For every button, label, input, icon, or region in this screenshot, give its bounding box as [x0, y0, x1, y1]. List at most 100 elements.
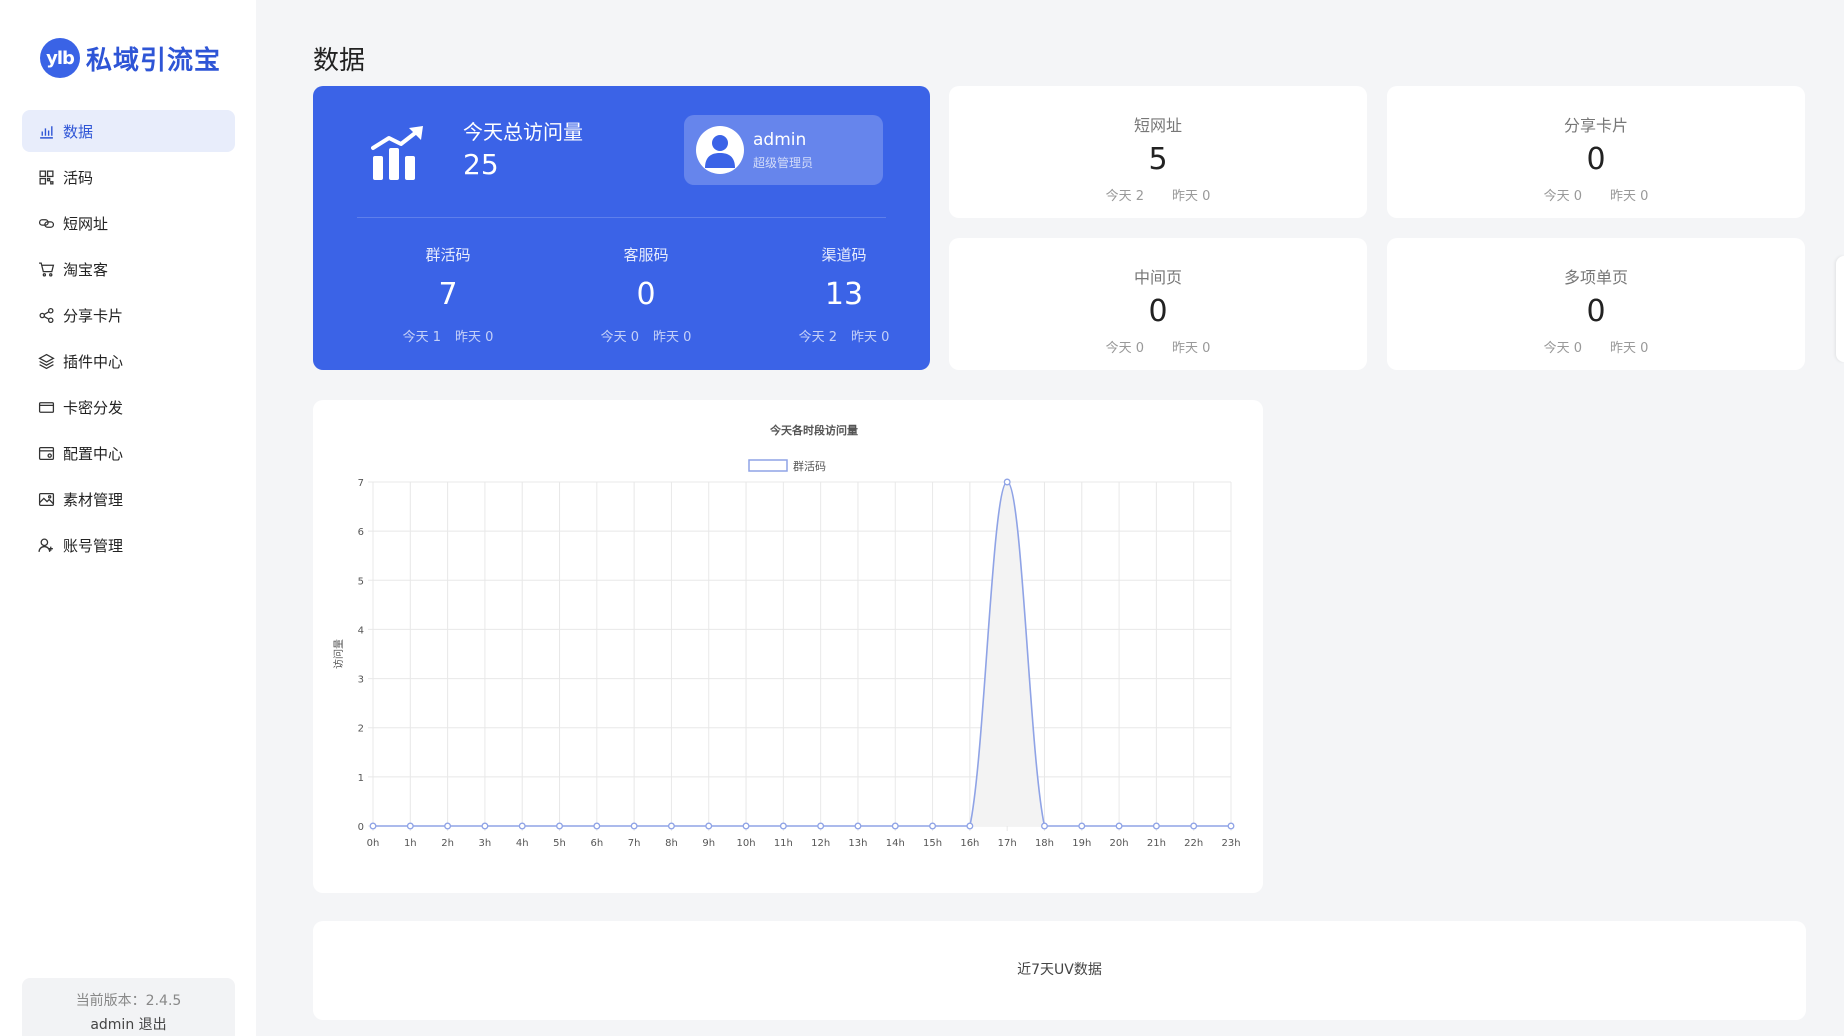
data-point	[593, 822, 601, 830]
data-point	[518, 822, 526, 830]
x-tick-label: 15h	[923, 838, 942, 849]
short-url-card: 短网址 5 今天 2 昨天 0	[949, 86, 1367, 218]
sidebar-item-label: 素材管理	[63, 490, 124, 509]
sidebar-item-label: 插件中心	[63, 352, 124, 371]
x-tick-label: 2h	[441, 838, 454, 849]
data-point	[817, 822, 825, 830]
data-point	[1227, 822, 1235, 830]
card-sub: 今天 2 昨天 0	[949, 185, 1367, 204]
side-drawer-handle[interactable]	[1836, 256, 1844, 362]
total-visits-value: 25	[463, 148, 499, 181]
data-point	[705, 822, 713, 830]
sidebar-menu: 数据 活码 短网址 淘宝客 分享卡片 插件中心 卡密分发 配置中心 素材管理 账…	[22, 110, 235, 570]
card-today: 今天 0	[1543, 189, 1582, 204]
uv-title: 近7天UV数据	[1017, 962, 1102, 978]
x-tick-label: 1h	[404, 838, 417, 849]
card-value: 0	[1148, 294, 1168, 329]
stat-yesterday: 昨天 0	[455, 330, 494, 345]
card-label: 多项单页	[1563, 268, 1628, 287]
admin-role: 超级管理员	[753, 156, 814, 170]
x-tick-label: 0h	[367, 838, 380, 849]
sidebar: ylb 私域引流宝 数据 活码 短网址 淘宝客 分享卡片 插件中心 卡密分发 配…	[0, 0, 256, 1036]
x-tick-label: 20h	[1110, 838, 1129, 849]
card-label: 短网址	[1133, 116, 1182, 135]
config-icon	[38, 446, 55, 460]
stat-label: 渠道码	[821, 246, 867, 264]
sidebar-item-config[interactable]: 配置中心	[22, 432, 235, 474]
sidebar-item-taobaoke[interactable]: 淘宝客	[22, 248, 235, 290]
data-point	[369, 822, 377, 830]
card-sub: 今天 0 昨天 0	[1387, 185, 1805, 204]
card-sub: 今天 0 昨天 0	[949, 337, 1367, 356]
data-point	[406, 822, 414, 830]
uv-7days-card: 近7天UV数据	[313, 921, 1806, 1020]
y-tick-label: 4	[358, 625, 364, 636]
x-tick-label: 17h	[998, 838, 1017, 849]
sidebar-item-materials[interactable]: 素材管理	[22, 478, 235, 520]
admin-name: admin	[753, 130, 807, 150]
chart-title: 今天各时段访问量	[769, 423, 858, 437]
logout-link[interactable]: 退出	[139, 1017, 167, 1033]
data-point	[667, 822, 675, 830]
user-add-icon	[38, 537, 53, 552]
data-point	[854, 822, 862, 830]
stat-label: 客服码	[623, 246, 669, 264]
x-tick-label: 3h	[479, 838, 492, 849]
sidebar-item-accounts[interactable]: 账号管理	[22, 524, 235, 566]
share-icon	[39, 307, 54, 323]
stat-yesterday: 昨天 0	[851, 330, 890, 345]
layers-icon	[38, 353, 55, 369]
admin-profile-card[interactable]: admin 超级管理员	[684, 115, 883, 185]
card-today: 今天 0	[1543, 341, 1582, 356]
sidebar-item-short-url[interactable]: 短网址	[22, 202, 235, 244]
stat-yesterday: 昨天 0	[653, 330, 692, 345]
logo-badge: ylb	[40, 38, 80, 78]
x-tick-label: 11h	[774, 838, 793, 849]
data-point	[779, 822, 787, 830]
sidebar-item-data[interactable]: 数据	[22, 110, 235, 152]
data-point	[481, 822, 489, 830]
card-sub: 今天 0 昨天 0	[1387, 337, 1805, 356]
stat-today: 今天 2	[798, 330, 837, 345]
y-tick-label: 2	[358, 724, 364, 735]
brand-logo[interactable]: ylb 私域引流宝	[40, 38, 221, 78]
x-tick-label: 4h	[516, 838, 529, 849]
sidebar-item-label: 分享卡片	[63, 306, 124, 325]
share-card-card: 分享卡片 0 今天 0 昨天 0	[1387, 86, 1805, 218]
current-user: admin 退出	[22, 1014, 235, 1034]
middle-page-card: 中间页 0 今天 0 昨天 0	[949, 238, 1367, 370]
link-icon	[38, 218, 55, 228]
sidebar-item-label: 账号管理	[63, 536, 124, 555]
bar-chart-icon	[40, 125, 53, 139]
total-visits-card: 今天总访问量 25 admin 超级管理员 群活码 7 今天 1 昨天 0 客服码…	[313, 86, 930, 370]
y-tick-label: 7	[358, 478, 364, 489]
x-tick-label: 13h	[848, 838, 867, 849]
sidebar-item-qrcode[interactable]: 活码	[22, 156, 235, 198]
card-today: 今天 0	[1105, 341, 1144, 356]
x-tick-label: 10h	[737, 838, 756, 849]
user-avatar-icon	[705, 135, 735, 168]
data-point	[1041, 822, 1048, 830]
card-label: 分享卡片	[1563, 116, 1628, 135]
x-tick-label: 18h	[1035, 838, 1054, 849]
data-point	[966, 822, 974, 830]
image-icon	[38, 492, 55, 506]
sidebar-item-label: 卡密分发	[63, 398, 124, 417]
data-point	[1078, 822, 1086, 830]
card-label: 中间页	[1133, 268, 1182, 287]
legend-swatch	[748, 459, 788, 472]
sidebar-item-card-key[interactable]: 卡密分发	[22, 386, 235, 428]
x-tick-label: 9h	[702, 838, 715, 849]
data-point	[929, 822, 937, 830]
sidebar-item-plugins[interactable]: 插件中心	[22, 340, 235, 382]
card-today: 今天 2	[1105, 189, 1144, 204]
total-visits-label: 今天总访问量	[463, 120, 583, 144]
divider	[357, 217, 886, 218]
sidebar-item-share-card[interactable]: 分享卡片	[22, 294, 235, 336]
hourly-visits-chart-card: 今天各时段访问量 群活码 0 1 2 3 4 5 6 7 0h 1h 2h 3h 4h 5h 6h 7h 8h 9h 1…	[313, 400, 1263, 893]
version-text: 当前版本：2.4.5	[75, 993, 182, 1009]
data-point	[556, 822, 563, 830]
x-tick-label: 21h	[1147, 838, 1166, 849]
x-tick-label: 16h	[960, 838, 979, 849]
series-area	[373, 482, 1231, 826]
